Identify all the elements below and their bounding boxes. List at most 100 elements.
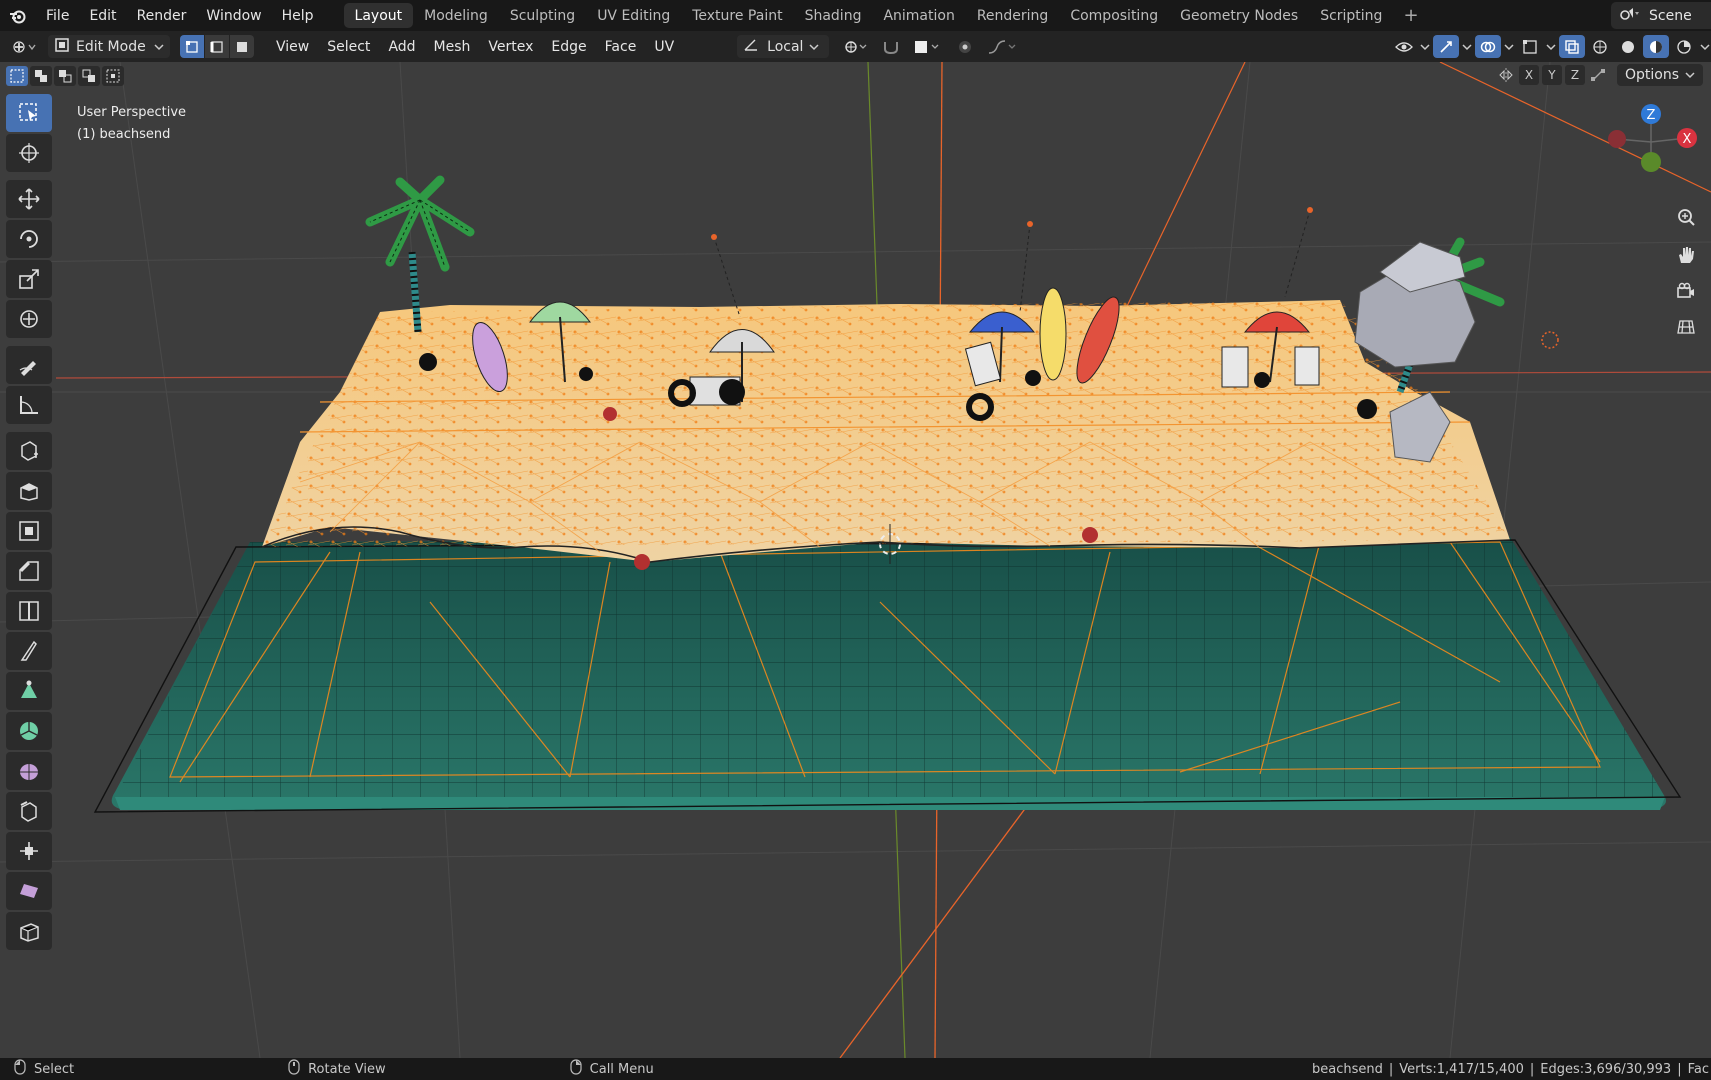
smooth-icon[interactable] bbox=[6, 752, 52, 790]
pivot-point-icon[interactable] bbox=[837, 35, 875, 58]
menu-select[interactable]: Select bbox=[318, 39, 379, 55]
menu-file[interactable]: File bbox=[36, 0, 79, 31]
xray-toggle-icon[interactable] bbox=[1559, 35, 1585, 58]
zoom-icon[interactable] bbox=[1671, 202, 1701, 232]
editor-type-icon[interactable] bbox=[6, 35, 44, 58]
select-box-icon[interactable] bbox=[6, 94, 52, 132]
snap-target-icon[interactable] bbox=[907, 35, 949, 58]
select-invert-icon[interactable] bbox=[78, 66, 100, 86]
select-intersect-icon[interactable] bbox=[102, 66, 124, 86]
scene-render[interactable] bbox=[0, 62, 1711, 1058]
poly-build-icon[interactable] bbox=[6, 672, 52, 710]
shrink-fatten-icon[interactable] bbox=[6, 832, 52, 870]
transform-orientation-dropdown[interactable]: Local bbox=[737, 35, 830, 58]
menu-render[interactable]: Render bbox=[127, 0, 197, 31]
menu-edit[interactable]: Edit bbox=[79, 0, 126, 31]
select-new-icon[interactable] bbox=[6, 66, 28, 86]
annotate-icon[interactable] bbox=[6, 346, 52, 384]
extrude-icon[interactable] bbox=[6, 472, 52, 510]
proportional-edit-icon[interactable] bbox=[949, 35, 981, 58]
scene-selector[interactable]: Scene bbox=[1611, 2, 1711, 29]
tab-texture-paint[interactable]: Texture Paint bbox=[681, 3, 793, 28]
material-preview-icon[interactable] bbox=[1643, 35, 1669, 58]
mesh-edit-overlays-icon[interactable] bbox=[1517, 35, 1543, 58]
bevel-icon[interactable] bbox=[6, 552, 52, 590]
viewport-display-controls bbox=[1391, 35, 1711, 58]
pan-hand-icon[interactable] bbox=[1671, 240, 1701, 270]
surfboard-yellow bbox=[1039, 287, 1067, 381]
rendered-shading-icon[interactable] bbox=[1671, 35, 1697, 58]
loop-cut-icon[interactable] bbox=[6, 592, 52, 630]
wireframe-shading-icon[interactable] bbox=[1587, 35, 1613, 58]
tab-layout[interactable]: Layout bbox=[343, 3, 414, 28]
scene-icon bbox=[1619, 6, 1641, 26]
solid-shading-icon[interactable] bbox=[1615, 35, 1641, 58]
rotate-icon[interactable] bbox=[6, 220, 52, 258]
menu-edge[interactable]: Edge bbox=[542, 39, 595, 55]
menu-face[interactable]: Face bbox=[596, 39, 646, 55]
spin-icon[interactable] bbox=[6, 712, 52, 750]
mirror-x-toggle[interactable]: X bbox=[1518, 65, 1539, 85]
chevron-down-icon bbox=[809, 39, 819, 55]
status-middle-click: Rotate View bbox=[288, 1059, 386, 1079]
menu-view[interactable]: View bbox=[267, 39, 318, 55]
mode-dropdown[interactable]: Edit Mode bbox=[48, 35, 170, 58]
add-cube-icon[interactable] bbox=[6, 432, 52, 470]
blender-logo-icon[interactable] bbox=[0, 0, 36, 31]
overlays-toggle-icon[interactable] bbox=[1475, 35, 1501, 58]
face-select-icon[interactable] bbox=[230, 35, 254, 58]
orthographic-grid-icon[interactable] bbox=[1671, 312, 1701, 342]
chevron-down-icon[interactable] bbox=[1503, 35, 1515, 58]
tab-modeling[interactable]: Modeling bbox=[413, 3, 499, 28]
mirror-z-toggle[interactable]: Z bbox=[1564, 65, 1585, 85]
measure-icon[interactable] bbox=[6, 386, 52, 424]
inset-icon[interactable] bbox=[6, 512, 52, 550]
select-subtract-icon[interactable] bbox=[54, 66, 76, 86]
menu-mesh[interactable]: Mesh bbox=[425, 39, 480, 55]
cursor-icon[interactable] bbox=[6, 134, 52, 172]
tab-compositing[interactable]: Compositing bbox=[1059, 3, 1169, 28]
menu-uv[interactable]: UV bbox=[645, 39, 683, 55]
transform-icon[interactable] bbox=[6, 300, 52, 338]
chevron-down-icon[interactable] bbox=[1699, 35, 1711, 58]
scene-statistics: beachsend | Verts:1,417/15,400 | Edges:3… bbox=[1312, 1061, 1709, 1077]
scale-icon[interactable] bbox=[6, 260, 52, 298]
camera-icon[interactable] bbox=[1671, 276, 1701, 306]
tab-sculpting[interactable]: Sculpting bbox=[499, 3, 586, 28]
tab-uv-editing[interactable]: UV Editing bbox=[586, 3, 681, 28]
tab-geometry-nodes[interactable]: Geometry Nodes bbox=[1169, 3, 1309, 28]
vertex-select-icon[interactable] bbox=[180, 35, 204, 58]
gizmo-toggle-icon[interactable] bbox=[1433, 35, 1459, 58]
edge-select-icon[interactable] bbox=[205, 35, 229, 58]
move-icon[interactable] bbox=[6, 180, 52, 218]
chevron-down-icon[interactable] bbox=[1461, 35, 1473, 58]
select-extend-icon[interactable] bbox=[30, 66, 52, 86]
3d-viewport[interactable]: X Y Z Options User Perspective (1) beach… bbox=[0, 62, 1711, 1058]
options-dropdown[interactable]: Options bbox=[1616, 64, 1703, 86]
tab-rendering[interactable]: Rendering bbox=[966, 3, 1060, 28]
menu-window[interactable]: Window bbox=[196, 0, 271, 31]
topology-mirror-icon[interactable] bbox=[1588, 65, 1608, 85]
tab-animation[interactable]: Animation bbox=[872, 3, 965, 28]
add-workspace-icon[interactable]: + bbox=[1393, 5, 1428, 26]
shear-icon[interactable] bbox=[6, 872, 52, 910]
mirror-icon[interactable] bbox=[1496, 65, 1516, 85]
rip-icon[interactable] bbox=[6, 912, 52, 950]
chevron-down-icon bbox=[154, 39, 164, 55]
visibility-eye-icon[interactable] bbox=[1391, 35, 1417, 58]
menu-help[interactable]: Help bbox=[272, 0, 324, 31]
tab-scripting[interactable]: Scripting bbox=[1309, 3, 1393, 28]
menu-add[interactable]: Add bbox=[379, 39, 424, 55]
edge-slide-icon[interactable] bbox=[6, 792, 52, 830]
chevron-down-icon[interactable] bbox=[1545, 35, 1557, 58]
mirror-y-toggle[interactable]: Y bbox=[1541, 65, 1562, 85]
chevron-down-icon[interactable] bbox=[1419, 35, 1431, 58]
knife-icon[interactable] bbox=[6, 632, 52, 670]
navigation-gizmo[interactable]: Z X bbox=[1603, 102, 1703, 182]
mouse-left-icon bbox=[14, 1059, 26, 1079]
snap-icon[interactable] bbox=[875, 35, 907, 58]
menu-vertex[interactable]: Vertex bbox=[479, 39, 542, 55]
tab-shading[interactable]: Shading bbox=[794, 3, 873, 28]
falloff-icon[interactable] bbox=[981, 35, 1027, 58]
edit-mode-icon bbox=[54, 37, 70, 57]
